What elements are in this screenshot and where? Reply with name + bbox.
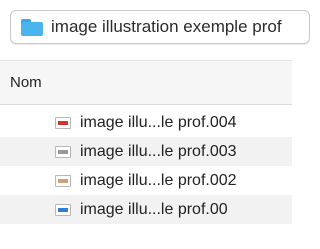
slide-photo-icon [55, 174, 71, 187]
file-name: image illu...le prof.003 [80, 142, 237, 160]
file-name: image illu...le prof.004 [80, 113, 237, 131]
file-name: image illu...le prof.00 [80, 200, 228, 218]
list-item[interactable]: image illu...le prof.004 [0, 108, 292, 137]
slide-grey-icon [55, 145, 71, 158]
slide-blue-icon [55, 203, 71, 216]
list-item[interactable]: image illu...le prof.00 [0, 195, 292, 224]
list-item[interactable]: image illu...le prof.002 [0, 166, 292, 195]
path-bar[interactable]: image illustration exemple prof [10, 10, 310, 44]
column-header-label: Nom [10, 74, 42, 91]
column-header-name[interactable]: Nom [0, 61, 292, 105]
folder-name: image illustration exemple prof [51, 17, 282, 36]
slide-red-icon [55, 116, 71, 129]
file-name: image illu...le prof.002 [80, 171, 237, 189]
folder-icon [21, 18, 43, 36]
list-item[interactable]: image illu...le prof.003 [0, 137, 292, 166]
